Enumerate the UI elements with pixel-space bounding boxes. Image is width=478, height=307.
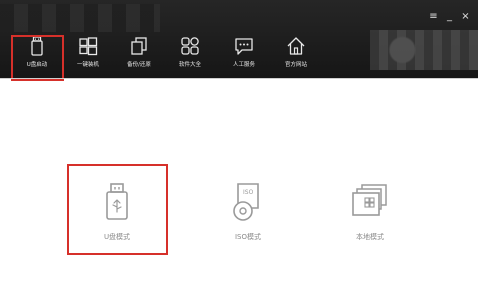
mode-label: U盘模式 <box>103 233 131 241</box>
usb-drive-icon <box>106 183 128 220</box>
mode-usb[interactable]: U盘模式 <box>72 182 162 252</box>
nav-label: 一键装机 <box>76 62 99 68</box>
blurred-title-area <box>0 4 160 32</box>
mode-label: ISO模式 <box>234 233 262 241</box>
nav-item-customer-service[interactable]: 人工服务 <box>220 35 268 73</box>
blurred-account-area <box>370 30 478 70</box>
mode-label: 本地模式 <box>356 233 384 241</box>
close-button[interactable]: × <box>461 12 470 22</box>
nav-item-software[interactable]: 软件大全 <box>166 35 214 73</box>
windows-logo-icon <box>79 37 98 56</box>
nav-item-official-site[interactable]: 官方网站 <box>272 35 320 73</box>
nav-label: 人工服务 <box>232 62 255 68</box>
window-controls: ≡ _ × <box>429 12 470 22</box>
active-nav-highlight <box>11 35 64 81</box>
nav-label: 官方网站 <box>284 62 307 68</box>
menu-button[interactable]: ≡ <box>429 12 438 22</box>
iso-disc-icon: ISO <box>233 183 259 221</box>
local-windows-icon <box>352 184 387 216</box>
mode-iso[interactable]: ISO ISO模式 <box>203 182 293 252</box>
svg-text:ISO: ISO <box>243 189 254 196</box>
apps-grid-icon <box>181 37 199 55</box>
mode-local[interactable]: 本地模式 <box>325 182 415 252</box>
chat-bubble-icon <box>235 38 253 55</box>
nav-label: 软件大全 <box>178 62 201 68</box>
nav-item-backup-restore[interactable]: 备份/还原 <box>115 35 163 73</box>
home-icon <box>287 37 305 55</box>
content-divider <box>0 78 478 79</box>
nav-label: 备份/还原 <box>127 62 151 68</box>
backup-restore-icon <box>131 37 147 55</box>
minimize-button[interactable]: _ <box>445 12 454 22</box>
nav-item-one-click-install[interactable]: 一键装机 <box>64 35 112 73</box>
top-bar: ≡ _ × U盘启动 一键装机 备份/还原 软件大全 人工服务 官方网站 <box>0 0 478 78</box>
